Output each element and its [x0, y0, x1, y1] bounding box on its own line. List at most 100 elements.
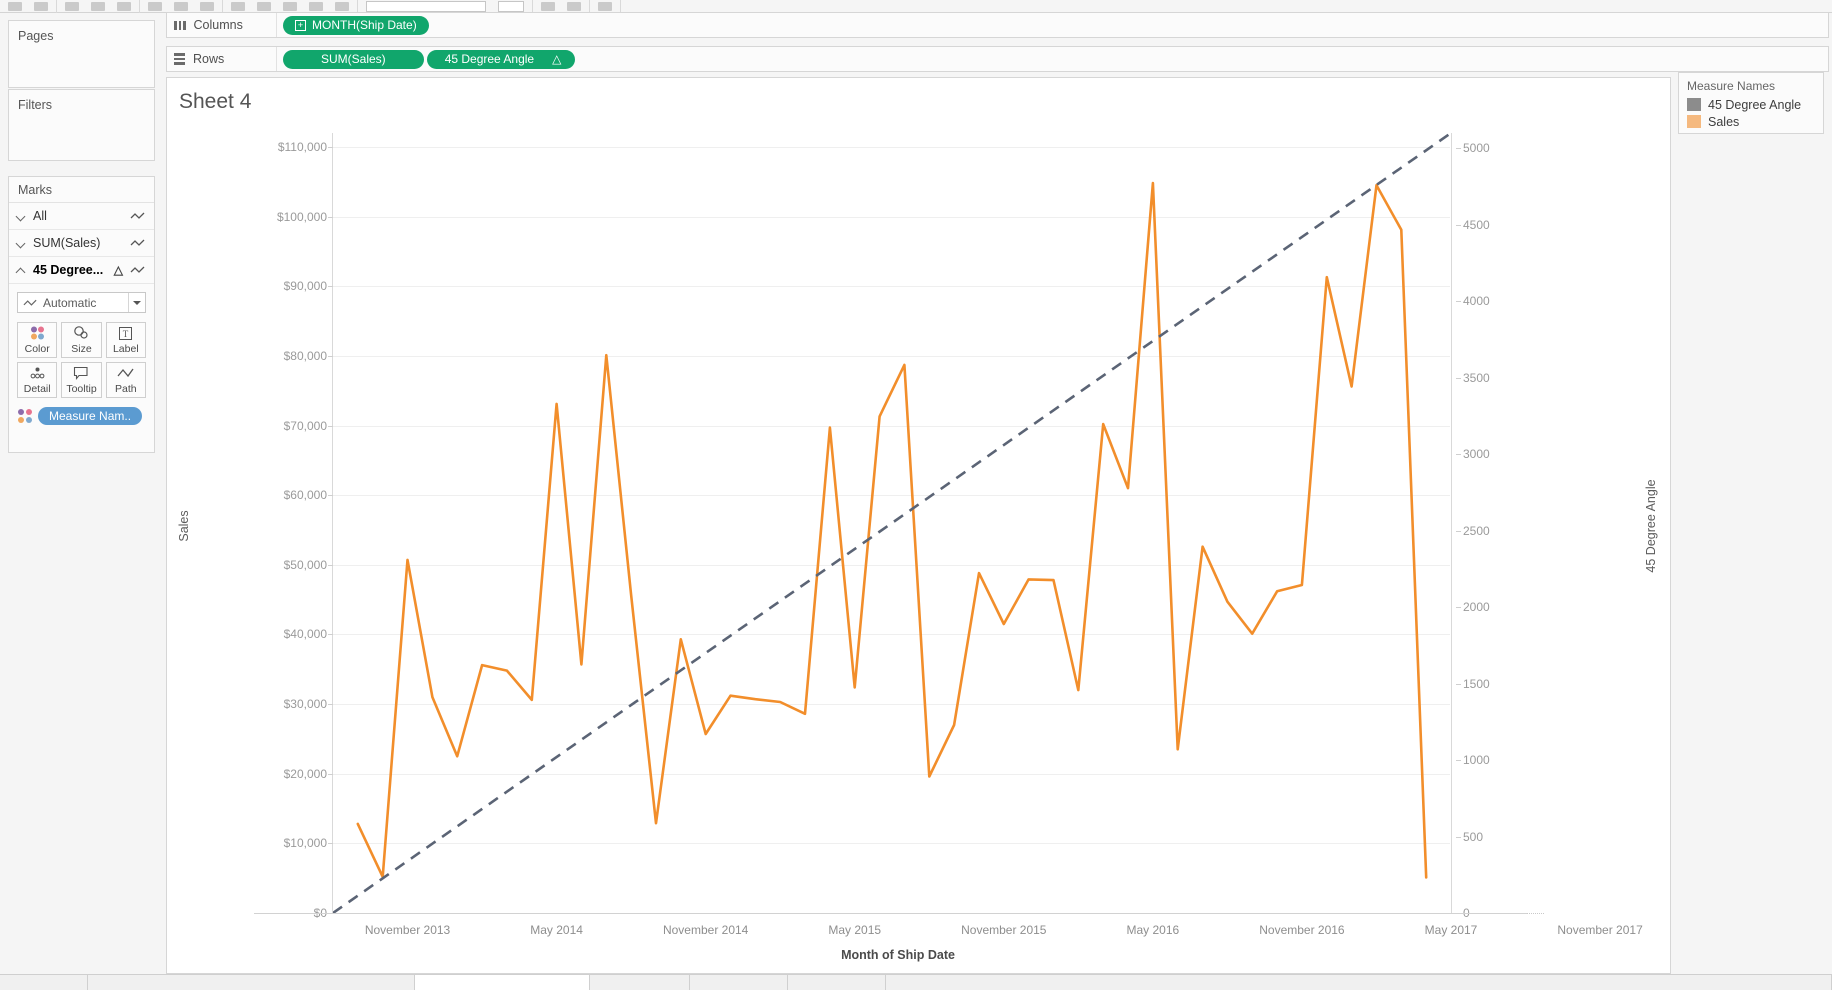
tooltip-button-label: Tooltip [66, 383, 97, 395]
swap-rows-columns-icon[interactable] [231, 1, 245, 11]
new-story-tab[interactable] [788, 975, 886, 990]
legend-item-45-degree-angle[interactable]: 45 Degree Angle [1687, 96, 1815, 113]
duplicate-sheet-icon[interactable] [91, 1, 105, 11]
page-title: Sheet 4 [179, 90, 252, 113]
new-worksheet-tab[interactable] [590, 975, 690, 990]
columns-icon [174, 20, 186, 30]
chevron-down-icon[interactable] [16, 238, 27, 249]
y-axis-tick-right: 3500 [1456, 370, 1490, 385]
show-cards-icon[interactable] [541, 1, 555, 11]
show-me-icon[interactable] [598, 1, 612, 11]
detail-dots-icon [28, 365, 47, 381]
marks-card-item-45-degree-angle[interactable]: 45 Degree... △ [9, 257, 154, 284]
path-line-icon [117, 365, 135, 381]
legend-title: Measure Names [1687, 79, 1776, 93]
pages-card[interactable]: Pages [8, 20, 155, 88]
sheet-tab-active[interactable] [415, 975, 590, 990]
y-axis-tick-left: $110,000 [277, 139, 334, 154]
rows-drop-area[interactable]: SUM(Sales) 45 Degree Angle △ [277, 47, 1828, 71]
legend-item-label: 45 Degree Angle [1708, 97, 1802, 112]
fit-selector[interactable] [366, 0, 486, 12]
pill-month-ship-date-label: MONTH(Ship Date) [312, 18, 417, 32]
filters-card[interactable]: Filters [8, 89, 155, 161]
marks-card-label-all: All [33, 209, 47, 223]
marks-card: Marks All SUM(Sales) 45 Degree... △ Auto… [8, 176, 155, 453]
sort-ascending-icon[interactable] [257, 1, 271, 11]
triangle-icon: △ [552, 52, 562, 66]
legend-item-sales[interactable]: Sales [1687, 113, 1815, 130]
color-button-label: Color [24, 343, 50, 355]
legend-swatch [1687, 115, 1701, 128]
y-axis-tick-right: 1000 [1456, 753, 1490, 768]
toolbar-group-data [140, 0, 223, 13]
mark-type-dropdown-arrow[interactable] [128, 293, 145, 312]
toolbar-group-undo [0, 0, 57, 13]
label-button[interactable]: T Label [105, 322, 146, 358]
rows-shelf[interactable]: Rows SUM(Sales) 45 Degree Angle △ [166, 46, 1829, 72]
new-worksheet-icon[interactable] [65, 1, 79, 11]
size-button[interactable]: Size [61, 322, 102, 358]
run-update-icon[interactable] [200, 1, 214, 11]
marks-card-icons-all [130, 211, 146, 221]
filters-label: Filters [18, 98, 53, 112]
y-axis-tick-right: 2000 [1456, 600, 1490, 615]
pill-45-degree-angle[interactable]: 45 Degree Angle △ [426, 49, 576, 69]
columns-drop-area[interactable]: + MONTH(Ship Date) [277, 13, 1828, 37]
highlight-icon[interactable] [335, 1, 349, 11]
rows-label: Rows [193, 52, 225, 66]
undo-icon[interactable] [8, 1, 22, 11]
clear-sheet-icon[interactable] [117, 1, 131, 11]
toolbar-group-fit [358, 0, 533, 13]
x-axis-tick: November 2016 [1259, 923, 1345, 937]
chart-canvas[interactable]: $0 $10,000 $20,000 $30,000 $40,000 $50,000 $60… [254, 133, 1643, 937]
tab-nav-buttons[interactable] [0, 975, 88, 990]
detail-button-label: Detail [23, 383, 51, 395]
redo-icon[interactable] [34, 1, 48, 11]
marks-card-item-sum-sales[interactable]: SUM(Sales) [9, 230, 154, 257]
tooltip-button[interactable]: Tooltip [61, 362, 102, 398]
x-axis-tick: May 2017 [1424, 923, 1478, 937]
pill-sum-sales[interactable]: SUM(Sales) [283, 49, 424, 69]
label-button-label: Label [112, 343, 139, 355]
x-axis-tick: May 2016 [1126, 923, 1180, 937]
totals-icon[interactable] [309, 1, 323, 11]
x-axis-title: Month of Ship Date [841, 948, 955, 962]
sort-descending-icon[interactable] [283, 1, 297, 11]
refresh-data-icon[interactable] [148, 1, 162, 11]
columns-shelf-name: Columns [167, 13, 277, 37]
path-button[interactable]: Path [105, 362, 146, 398]
color-button[interactable]: Color [17, 322, 58, 358]
line-icon [130, 212, 145, 219]
measure-names-pill[interactable]: Measure Nam.. [38, 407, 143, 425]
y-axis-title-right: 45 Degree Angle [1644, 478, 1658, 573]
y-axis-tick-right: 3000 [1456, 447, 1490, 462]
chevron-up-icon[interactable] [16, 265, 27, 276]
presentation-mode-icon[interactable] [567, 1, 581, 11]
detail-button[interactable]: Detail [17, 362, 58, 398]
rows-shelf-name: Rows [167, 47, 277, 71]
y-axis-tick-right: 4500 [1456, 217, 1490, 232]
mark-type-selector[interactable]: Automatic [17, 292, 146, 313]
y-axis-tick-right: 1500 [1456, 676, 1490, 691]
x-axis-tick: November 2014 [662, 923, 749, 937]
worksheet-view: Sheet 4 Sales 45 Degree Angle $0 $10,000 $… [166, 77, 1671, 974]
legend-item-label: Sales [1708, 114, 1740, 129]
color-dots-icon [18, 409, 33, 423]
measure-names-legend: Measure Names 45 Degree Angle Sales [1678, 72, 1824, 134]
x-axis-tick: November 2015 [961, 923, 1047, 937]
columns-shelf[interactable]: Columns + MONTH(Ship Date) [166, 12, 1829, 38]
pill-45-degree-angle-label: 45 Degree Angle [444, 52, 535, 66]
plus-box-icon[interactable]: + [295, 19, 306, 31]
x-axis-tick: November 2017 [1557, 923, 1643, 937]
y-axis-tick-left: $100,000 [276, 209, 334, 224]
marks-card-item-all[interactable]: All [9, 203, 154, 230]
pause-updates-icon[interactable] [174, 1, 188, 11]
data-source-tab[interactable] [88, 975, 415, 990]
fit-axis-selector[interactable] [498, 0, 524, 12]
tableau-window: Pages Filters Marks All SUM(Sales) 45 De… [0, 0, 1832, 990]
path-button-label: Path [115, 383, 137, 395]
pill-month-ship-date[interactable]: + MONTH(Ship Date) [283, 15, 429, 35]
chevron-down-icon[interactable] [16, 211, 27, 222]
line-icon [23, 299, 37, 306]
new-dashboard-tab[interactable] [690, 975, 788, 990]
